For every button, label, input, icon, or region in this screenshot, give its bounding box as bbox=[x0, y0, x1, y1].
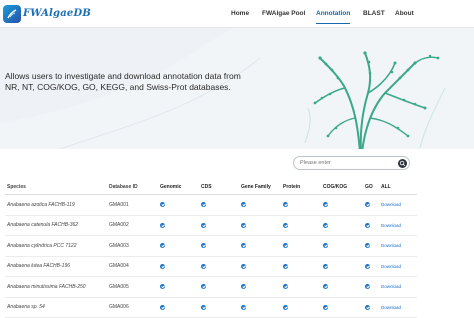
header-database-id: Database ID bbox=[109, 180, 138, 194]
logo-text: FWAlgaeDB bbox=[23, 8, 91, 19]
protein-check-icon[interactable] bbox=[283, 264, 288, 269]
go-check-icon[interactable] bbox=[365, 223, 370, 228]
nav-home-label: Home bbox=[231, 10, 249, 17]
site-logo[interactable]: FWAlgaeDB bbox=[3, 2, 91, 25]
logo-icon bbox=[3, 5, 21, 23]
cds-check-icon[interactable] bbox=[201, 284, 206, 289]
header-all: ALL bbox=[381, 180, 391, 194]
download-link[interactable]: Download bbox=[381, 202, 401, 207]
download-link[interactable]: Download bbox=[381, 223, 401, 228]
search-box bbox=[293, 156, 410, 170]
database-id: GMA005 bbox=[109, 277, 129, 297]
gene-family-check-icon[interactable] bbox=[241, 223, 246, 228]
protein-check-icon[interactable] bbox=[283, 243, 288, 248]
download-link[interactable]: Download bbox=[381, 284, 401, 289]
genomic-check-icon[interactable] bbox=[160, 284, 165, 289]
species-name: Anabaena catenula FACHB-362 bbox=[7, 216, 78, 236]
cds-check-icon[interactable] bbox=[201, 223, 206, 228]
nav-annotation-label: Annotation bbox=[316, 10, 350, 17]
cog-kog-check-icon[interactable] bbox=[323, 305, 328, 310]
go-check-icon[interactable] bbox=[365, 243, 370, 248]
nav-about-label: About bbox=[395, 10, 414, 17]
nav-blast[interactable]: BLAST bbox=[363, 0, 385, 27]
gene-family-check-icon[interactable] bbox=[241, 202, 246, 207]
banner-description: Allows users to investigate and download… bbox=[5, 71, 245, 93]
database-id: GMA003 bbox=[109, 236, 129, 256]
cog-kog-check-icon[interactable] bbox=[323, 243, 328, 248]
genomic-check-icon[interactable] bbox=[160, 243, 165, 248]
nav-fwalgae-pool[interactable]: FWAlgae Pool bbox=[262, 0, 305, 27]
genomic-check-icon[interactable] bbox=[160, 202, 165, 207]
cog-kog-check-icon[interactable] bbox=[323, 223, 328, 228]
hero-banner: Allows users to investigate and download… bbox=[0, 28, 474, 149]
protein-check-icon[interactable] bbox=[283, 202, 288, 207]
header-go: GO bbox=[365, 180, 373, 194]
database-id: GMA001 bbox=[109, 195, 129, 215]
nav-about[interactable]: About bbox=[395, 0, 414, 27]
genomic-check-icon[interactable] bbox=[160, 264, 165, 269]
nav-home[interactable]: Home bbox=[231, 0, 249, 27]
species-name: Anabaena cylindrica PCC 7122 bbox=[7, 236, 77, 256]
protein-check-icon[interactable] bbox=[283, 223, 288, 228]
species-name: Anabaena azotica FACHB-119 bbox=[7, 195, 75, 215]
table-row: Anabaena catenula FACHB-362 GMA002 Downl… bbox=[5, 216, 417, 237]
nav-fwalgae-pool-label: FWAlgae Pool bbox=[262, 10, 305, 17]
table-row: Anabaena cylindrica PCC 7122 GMA003 Down… bbox=[5, 236, 417, 257]
protein-check-icon[interactable] bbox=[283, 305, 288, 310]
cog-kog-check-icon[interactable] bbox=[323, 264, 328, 269]
header-gene-family: Gene Family bbox=[241, 180, 271, 194]
table-row: Anabaena sp. 54 GMA006 Download bbox=[5, 298, 417, 318]
gene-family-check-icon[interactable] bbox=[241, 305, 246, 310]
genomic-check-icon[interactable] bbox=[160, 223, 165, 228]
download-link[interactable]: Download bbox=[381, 264, 401, 269]
species-name: Anabaena sp. 54 bbox=[7, 298, 45, 318]
cds-check-icon[interactable] bbox=[201, 305, 206, 310]
header-species: Species bbox=[7, 180, 26, 194]
go-check-icon[interactable] bbox=[365, 284, 370, 289]
protein-check-icon[interactable] bbox=[283, 284, 288, 289]
table-header: Species Database ID Genomic CDS Gene Fam… bbox=[5, 180, 417, 195]
go-check-icon[interactable] bbox=[365, 202, 370, 207]
go-check-icon[interactable] bbox=[365, 305, 370, 310]
cog-kog-check-icon[interactable] bbox=[323, 202, 328, 207]
species-name: Anabaena minutissima FACHB-250 bbox=[7, 277, 86, 297]
species-name: Anabaena lutea FACHB-196 bbox=[7, 257, 70, 277]
active-tab-underline bbox=[316, 23, 350, 25]
table-row: Anabaena minutissima FACHB-250 GMA005 Do… bbox=[5, 277, 417, 298]
cds-check-icon[interactable] bbox=[201, 264, 206, 269]
search-icon[interactable] bbox=[398, 159, 407, 168]
nav-annotation[interactable]: Annotation bbox=[316, 0, 350, 27]
cds-check-icon[interactable] bbox=[201, 243, 206, 248]
download-link[interactable]: Download bbox=[381, 243, 401, 248]
algae-illustration bbox=[300, 48, 450, 149]
table-row: Anabaena azotica FACHB-119 GMA001 Downlo… bbox=[5, 195, 417, 216]
database-id: GMA006 bbox=[109, 298, 129, 318]
annotation-table: Species Database ID Genomic CDS Gene Fam… bbox=[5, 180, 417, 318]
table-row: Anabaena lutea FACHB-196 GMA004 Download bbox=[5, 257, 417, 278]
search-input[interactable] bbox=[300, 160, 390, 166]
cog-kog-check-icon[interactable] bbox=[323, 284, 328, 289]
gene-family-check-icon[interactable] bbox=[241, 284, 246, 289]
download-link[interactable]: Download bbox=[381, 305, 401, 310]
nav-blast-label: BLAST bbox=[363, 10, 385, 17]
database-id: GMA002 bbox=[109, 216, 129, 236]
top-navbar: FWAlgaeDB Home FWAlgae Pool Annotation B… bbox=[0, 0, 474, 28]
gene-family-check-icon[interactable] bbox=[241, 264, 246, 269]
database-id: GMA004 bbox=[109, 257, 129, 277]
go-check-icon[interactable] bbox=[365, 264, 370, 269]
genomic-check-icon[interactable] bbox=[160, 305, 165, 310]
cds-check-icon[interactable] bbox=[201, 202, 206, 207]
header-cds: CDS bbox=[201, 180, 212, 194]
gene-family-check-icon[interactable] bbox=[241, 243, 246, 248]
header-protein: Protein bbox=[283, 180, 300, 194]
header-cog-kog: COG/KOG bbox=[323, 180, 347, 194]
header-genomic: Genomic bbox=[160, 180, 181, 194]
